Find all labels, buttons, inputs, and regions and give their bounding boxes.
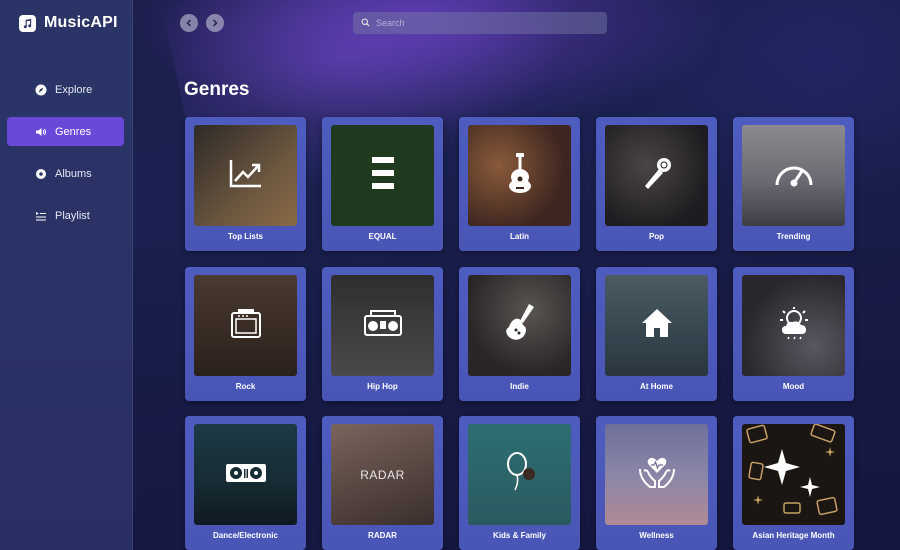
genre-card-at-home[interactable]: At Home: [596, 267, 717, 401]
genre-card-hip-hop[interactable]: Hip Hop: [322, 267, 443, 401]
sidebar-item-albums[interactable]: Albums: [7, 159, 124, 188]
genre-label: Top Lists: [228, 232, 263, 241]
genre-card-rock[interactable]: Rock: [185, 267, 306, 401]
chevron-right-icon: [211, 14, 219, 32]
forward-button[interactable]: [206, 14, 224, 32]
chart-up-icon: [229, 158, 263, 193]
genre-art: [468, 275, 571, 376]
radar-text-icon: RADAR: [360, 467, 405, 482]
genre-card-trending[interactable]: Trending: [733, 117, 854, 251]
genre-label: Wellness: [639, 531, 674, 540]
gauge-icon: [774, 159, 814, 192]
sidebar-item-label: Playlist: [55, 209, 90, 222]
back-button[interactable]: [180, 14, 198, 32]
genre-label: Mood: [782, 382, 805, 391]
genre-label: Rock: [235, 382, 256, 391]
music-note-icon: [19, 14, 36, 32]
cloud-sun-icon: [774, 306, 814, 345]
genre-label: Kids & Family: [493, 531, 546, 540]
equal-bars-icon: [371, 157, 394, 194]
genre-card-wellness[interactable]: Wellness: [596, 416, 717, 550]
search-icon: [361, 14, 370, 32]
search-bar[interactable]: [353, 12, 607, 34]
genre-art: [742, 125, 845, 226]
sidebar-item-playlist[interactable]: Playlist: [7, 201, 124, 230]
genre-label: Latin: [509, 232, 530, 241]
boombox-icon: [363, 310, 402, 341]
genre-card-mood[interactable]: Mood: [733, 267, 854, 401]
genre-label: Dance/Electronic: [213, 531, 278, 540]
genre-art: [742, 275, 845, 376]
genre-card-kids-family[interactable]: Kids & Family: [459, 416, 580, 550]
genre-label: Pop: [648, 232, 665, 241]
genre-label: Trending: [776, 232, 811, 241]
genre-art: [331, 125, 434, 226]
genre-label: RADAR: [368, 531, 397, 540]
genre-card-equal[interactable]: EQUAL: [322, 117, 443, 251]
genre-card-indie[interactable]: Indie: [459, 267, 580, 401]
app-title: MusicAPI: [44, 14, 118, 31]
brand[interactable]: MusicAPI: [19, 14, 118, 32]
genre-card-asian-heritage-month[interactable]: Asian Heritage Month: [733, 416, 854, 550]
sidebar-item-explore[interactable]: Explore: [7, 75, 124, 104]
genre-art: [605, 275, 708, 376]
amplifier-icon: [230, 307, 262, 344]
guitar-icon: [505, 153, 535, 198]
genre-art: [742, 424, 845, 525]
chevron-left-icon: [185, 14, 193, 32]
playlist-icon: [35, 210, 47, 222]
genre-art: [605, 125, 708, 226]
sparkle-icon: [744, 424, 844, 525]
genre-card-radar[interactable]: RADAR RADAR: [322, 416, 443, 550]
genre-art: RADAR: [331, 424, 434, 525]
sidebar-item-label: Genres: [55, 125, 92, 138]
genre-label: Hip Hop: [367, 382, 398, 391]
genre-label: EQUAL: [368, 232, 397, 241]
sidebar-item-label: Explore: [55, 83, 93, 96]
genre-art: [605, 424, 708, 525]
compass-icon: [35, 84, 47, 96]
microphone-icon: [640, 156, 674, 195]
sidebar-nav: Explore Genres Albums Playlist: [7, 75, 124, 243]
search-input[interactable]: [376, 18, 596, 28]
genre-label: Indie: [510, 382, 529, 391]
genre-card-latin[interactable]: Latin: [459, 117, 580, 251]
house-icon: [641, 308, 673, 343]
genre-label: At Home: [640, 382, 673, 391]
genre-art: [194, 275, 297, 376]
speaker-icon: [35, 126, 47, 138]
sidebar-item-genres[interactable]: Genres: [7, 117, 124, 146]
genre-label: Asian Heritage Month: [752, 531, 835, 540]
genre-art: [468, 125, 571, 226]
genre-art: [194, 125, 297, 226]
heart-hands-icon: [638, 455, 676, 494]
genre-art: [194, 424, 297, 525]
genre-art: [468, 424, 571, 525]
balloon-icon: [505, 452, 535, 497]
sidebar: MusicAPI Explore Genres Albums Playlist: [0, 0, 133, 550]
disc-icon: [35, 168, 47, 180]
genre-art: [331, 275, 434, 376]
sidebar-item-label: Albums: [55, 167, 92, 180]
electric-guitar-icon: [503, 303, 537, 348]
page-title: Genres: [184, 79, 250, 100]
turntable-icon: [225, 461, 267, 488]
genre-card-dance-electronic[interactable]: Dance/Electronic: [185, 416, 306, 550]
genre-card-top-lists[interactable]: Top Lists: [185, 117, 306, 251]
genre-card-pop[interactable]: Pop: [596, 117, 717, 251]
